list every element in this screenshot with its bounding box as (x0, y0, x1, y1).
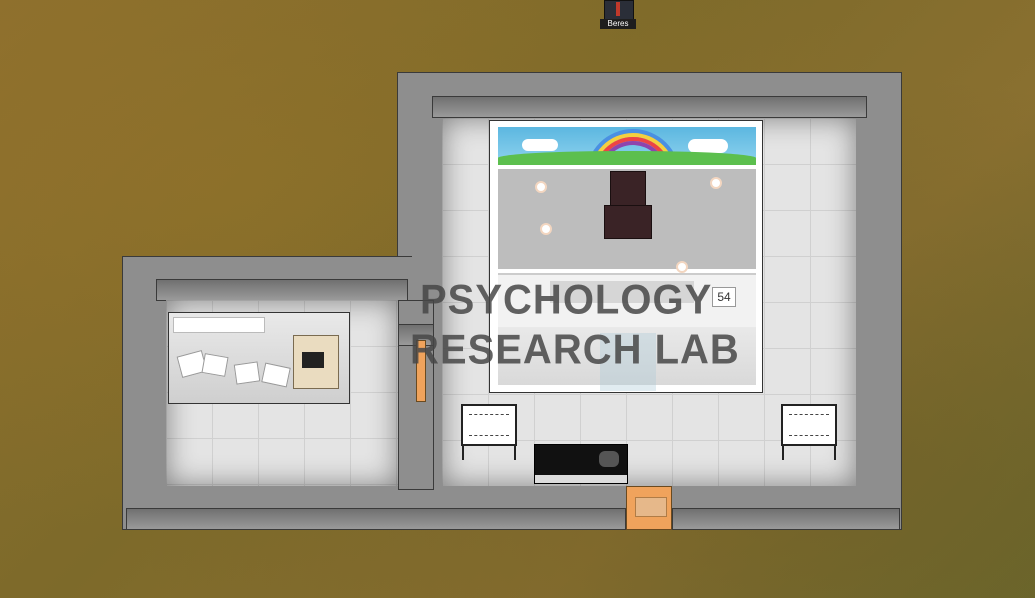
whiteboard-left[interactable] (461, 404, 517, 446)
paper-stack (261, 362, 291, 388)
computer-icon[interactable] (293, 335, 339, 389)
desk-icon (173, 317, 265, 333)
door-panel (635, 497, 667, 517)
chair-subject[interactable] (604, 171, 652, 251)
whiteboard-left-leg (514, 446, 516, 460)
computer-screen (302, 352, 324, 368)
visitor-avatar[interactable]: Beres (600, 0, 636, 29)
whiteboard-right-leg (834, 446, 836, 460)
bottom-lintel-right (672, 508, 900, 530)
chair-seat (604, 205, 652, 239)
game-controller (599, 451, 619, 467)
flower-icon (540, 223, 552, 235)
whiteboard-right[interactable] (781, 404, 837, 446)
cloud-icon (522, 139, 558, 151)
paper-stack (233, 361, 261, 385)
room-label-line1: PSYCHOLOGY (420, 276, 713, 324)
paper-stack (201, 353, 229, 377)
cloud-icon (688, 139, 728, 153)
whiteboard-right-leg (782, 446, 784, 460)
room-label-line2: RESEARCH LAB (410, 326, 740, 374)
tv-icon[interactable] (534, 444, 628, 484)
flower-icon (535, 181, 547, 193)
hills (498, 151, 756, 165)
flower-icon (676, 261, 688, 273)
sky-mural (498, 127, 756, 165)
room-counter: 54 (712, 287, 736, 307)
door-main[interactable] (626, 486, 672, 530)
flower-icon (710, 177, 722, 189)
whiteboard-left-leg (462, 446, 464, 460)
chair-back (610, 171, 646, 209)
visitor-name: Beres (600, 19, 636, 29)
tv-base (535, 475, 627, 483)
bottom-lintel (126, 508, 626, 530)
visitor-tie (616, 2, 620, 16)
lintel-office (156, 279, 408, 301)
lintel-main (432, 96, 867, 118)
office-desk[interactable] (168, 312, 350, 404)
